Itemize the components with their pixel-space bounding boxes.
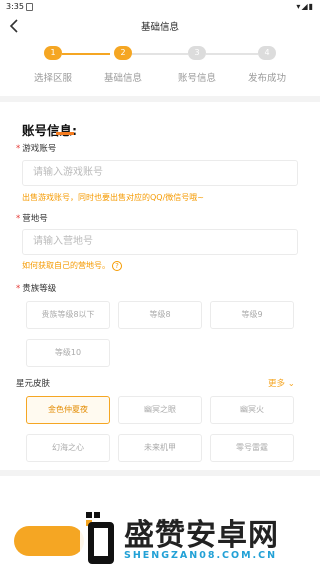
watermark-url: SHENGZAN08.COM.CN	[124, 550, 278, 561]
game-account-input[interactable]: 请输入游戏账号	[22, 160, 298, 186]
star-skin-label: 星元皮肤	[16, 379, 51, 389]
step-4-label: 发布成功	[247, 73, 286, 84]
logo-square	[86, 512, 92, 518]
game-account-label: * 游戏账号	[16, 142, 56, 154]
camp-id-label-text: 营地号	[22, 214, 48, 224]
camp-id-input[interactable]: 请输入营地号	[22, 229, 298, 255]
watermark-brand: 盛赞安卓网	[124, 518, 279, 553]
noble-option[interactable]: 等级10	[26, 339, 110, 367]
help-icon: ?	[112, 261, 122, 271]
skin-option[interactable]: 未来机甲	[118, 434, 202, 462]
game-account-hint: 出售游戏账号，同时也要出售对应的QQ/微信号哦~	[22, 193, 204, 202]
noble-level-label: * 贵族等级	[16, 282, 56, 294]
app-header: 基础信息	[0, 14, 320, 38]
floating-action-button[interactable]	[14, 526, 84, 556]
status-time: 3:35	[6, 2, 24, 11]
skin-option[interactable]: 幻海之心	[26, 434, 110, 462]
step-connector	[62, 53, 110, 55]
watermark-logo: 盛赞安卓网 SHENGZAN08.COM.CN	[80, 508, 320, 568]
game-account-label-text: 游戏账号	[22, 144, 57, 154]
required-mark: *	[16, 214, 21, 224]
skin-option[interactable]: 幽冥火	[210, 396, 294, 424]
step-1-indicator: 1	[44, 46, 62, 60]
camp-id-label: * 营地号	[16, 212, 48, 224]
noble-option[interactable]: 等级8	[118, 301, 202, 329]
page-title: 基础信息	[140, 22, 179, 33]
skin-option[interactable]: 幽冥之眼	[118, 396, 202, 424]
logo-square	[94, 512, 100, 518]
step-3-label: 账号信息	[177, 73, 216, 84]
section-divider	[0, 96, 320, 102]
status-bar: 3:35 ▾◢▮	[0, 0, 320, 14]
section-divider	[0, 470, 320, 476]
sim-card-icon	[26, 3, 33, 11]
skin-option[interactable]: 零号雷霆	[210, 434, 294, 462]
progress-stepper: 1 2 3 4 选择区服 基础信息 账号信息 发布成功	[0, 44, 320, 88]
noble-level-label-text: 贵族等级	[22, 284, 57, 294]
more-skins-button[interactable]: 更多 ⌄	[268, 377, 295, 389]
status-icons: ▾◢▮	[296, 2, 314, 11]
skin-option-selected[interactable]: 金色仲夏夜	[26, 396, 110, 424]
step-connector	[132, 53, 188, 55]
step-connector	[206, 53, 258, 55]
required-mark: *	[16, 144, 21, 154]
noble-option[interactable]: 贵族等级8以下	[26, 301, 110, 329]
step-2-label: 基础信息	[103, 73, 142, 84]
step-4-indicator: 4	[258, 46, 276, 60]
title-underline	[56, 132, 74, 135]
step-2-indicator: 2	[114, 46, 132, 60]
account-section-title: 账号信息:	[22, 123, 77, 138]
camp-id-hint-text: 如何获取自己的营地号。	[22, 261, 110, 270]
camp-id-help-link[interactable]: 如何获取自己的营地号。?	[22, 260, 122, 271]
step-3-indicator: 3	[188, 46, 206, 60]
phone-icon	[88, 522, 114, 564]
noble-option[interactable]: 等级9	[210, 301, 294, 329]
step-1-label: 选择区服	[33, 73, 72, 84]
required-mark: *	[16, 284, 21, 294]
